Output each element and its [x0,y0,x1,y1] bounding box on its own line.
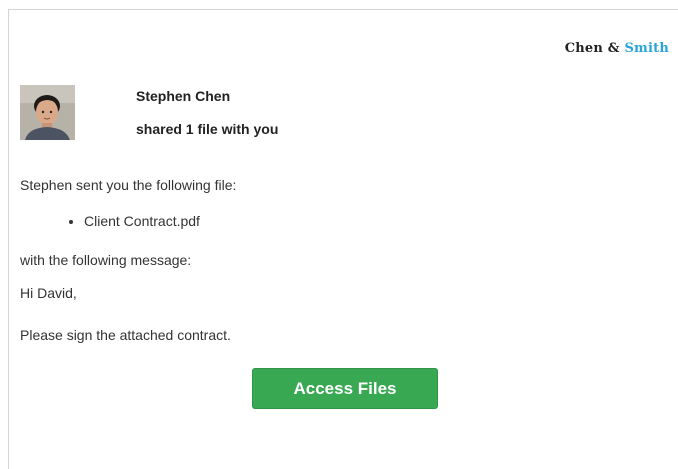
message-body: Please sign the attached contract. [20,327,231,343]
brand-ampersand: & [607,41,620,56]
intro-text: Stephen sent you the following file: [20,177,237,193]
access-files-button[interactable]: Access Files [252,368,438,409]
file-item: Client Contract.pdf [84,213,200,229]
message-greeting: Hi David, [20,285,77,301]
user-photo-icon [20,85,75,140]
share-summary: shared 1 file with you [136,121,279,137]
avatar [20,85,75,140]
brand-name-second: Smith [624,41,669,56]
message-label: with the following message: [20,252,192,268]
file-list: Client Contract.pdf [20,213,200,229]
brand-name-first: Chen [564,41,604,56]
brand-logo: Chen & Smith [565,41,669,56]
sender-name: Stephen Chen [136,88,231,104]
